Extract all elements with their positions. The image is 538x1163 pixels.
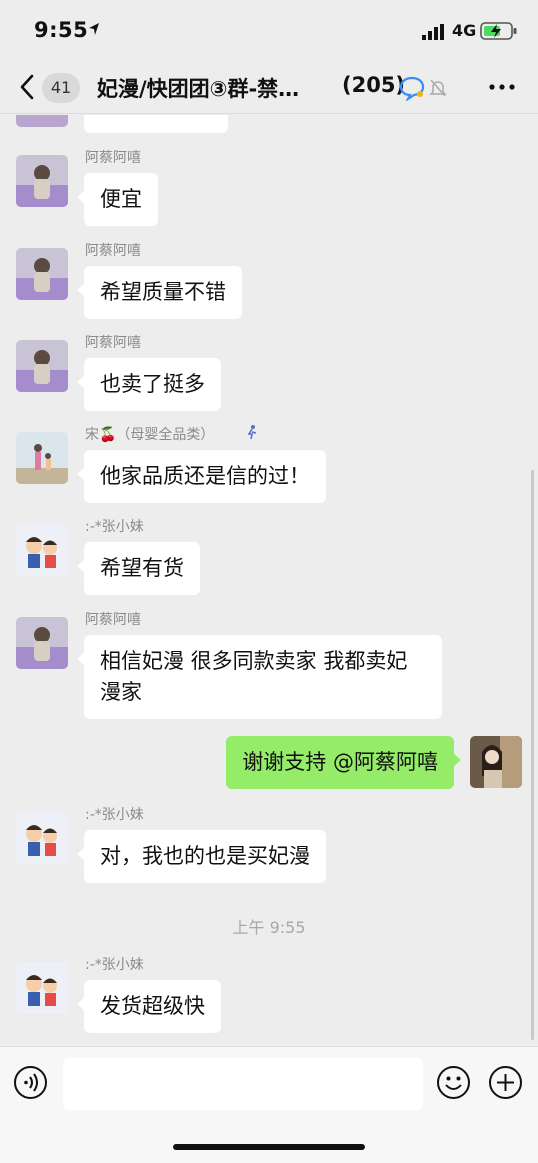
sender-name: :-*张小妹 xyxy=(85,807,144,823)
location-arrow-icon xyxy=(89,23,99,35)
avatar[interactable] xyxy=(16,524,68,576)
message-bubble[interactable]: 发货超级快 xyxy=(77,980,221,1033)
message-bubble[interactable]: 也卖了挺多 xyxy=(77,358,221,411)
avatar[interactable] xyxy=(16,432,68,484)
sender-name: :-*张小妹 xyxy=(85,519,144,535)
signal-icon xyxy=(422,24,444,40)
avatar[interactable] xyxy=(16,812,68,864)
message-bubble[interactable]: 希望有货 xyxy=(77,542,200,595)
message-bubble[interactable]: 相信妃漫 很多同款卖家 我都卖妃漫家 xyxy=(77,635,442,719)
message-bubble[interactable]: 希望质量不错 xyxy=(77,266,242,319)
avatar[interactable] xyxy=(16,340,68,392)
avatar[interactable] xyxy=(16,115,68,127)
emoji-icon[interactable] xyxy=(436,1065,471,1100)
sender-name: 宋🍒（母婴全品类） xyxy=(85,427,215,443)
tag-icon xyxy=(247,425,257,440)
message-timestamp: 上午 9:55 xyxy=(232,918,306,937)
chat-title: 妃漫/快团团③群-禁… xyxy=(97,77,300,101)
chat-bubble-icon[interactable] xyxy=(398,75,426,101)
sender-name: :-*张小妹 xyxy=(85,957,144,973)
status-bar: 9:55 4G xyxy=(0,0,538,62)
sender-name: 阿蔡阿嘻 xyxy=(85,612,141,628)
chat-scrollbar[interactable] xyxy=(531,470,534,1040)
chat-header: 41 妃漫/快团团③群-禁… (205) xyxy=(0,62,538,114)
avatar[interactable] xyxy=(16,248,68,300)
message-bubble-outgoing[interactable]: 谢谢支持 @阿蔡阿嘻 xyxy=(226,736,461,789)
unread-count-badge[interactable]: 41 xyxy=(42,73,80,103)
plus-icon[interactable] xyxy=(488,1065,523,1100)
sender-name: 阿蔡阿嘻 xyxy=(85,243,141,259)
avatar[interactable] xyxy=(16,155,68,207)
home-indicator[interactable] xyxy=(173,1144,365,1150)
voice-input-icon[interactable] xyxy=(13,1065,48,1100)
avatar[interactable] xyxy=(16,962,68,1014)
self-avatar[interactable] xyxy=(470,736,522,788)
member-count: (205) xyxy=(342,73,406,97)
back-chevron-icon[interactable] xyxy=(16,72,38,102)
message-bubble[interactable] xyxy=(84,115,228,133)
sender-name: 阿蔡阿嘻 xyxy=(85,335,141,351)
avatar[interactable] xyxy=(16,617,68,669)
status-time: 9:55 xyxy=(34,18,89,42)
message-bubble[interactable]: 便宜 xyxy=(77,173,158,226)
sender-name: 阿蔡阿嘻 xyxy=(85,150,141,166)
more-options-icon[interactable] xyxy=(488,82,516,92)
message-input[interactable] xyxy=(63,1058,423,1110)
mute-bell-icon xyxy=(429,79,447,97)
chat-message-list[interactable]: 阿蔡阿嘻 便宜 阿蔡阿嘻 希望质量不错 阿蔡阿嘻 也卖了挺多 宋🍒（母婴全品类）… xyxy=(0,115,538,1046)
battery-charging-icon xyxy=(480,22,517,40)
network-type: 4G xyxy=(452,21,477,40)
message-bubble[interactable]: 他家品质还是信的过！ xyxy=(77,450,326,503)
message-bubble[interactable]: 对，我也的也是买妃漫 xyxy=(77,830,326,883)
